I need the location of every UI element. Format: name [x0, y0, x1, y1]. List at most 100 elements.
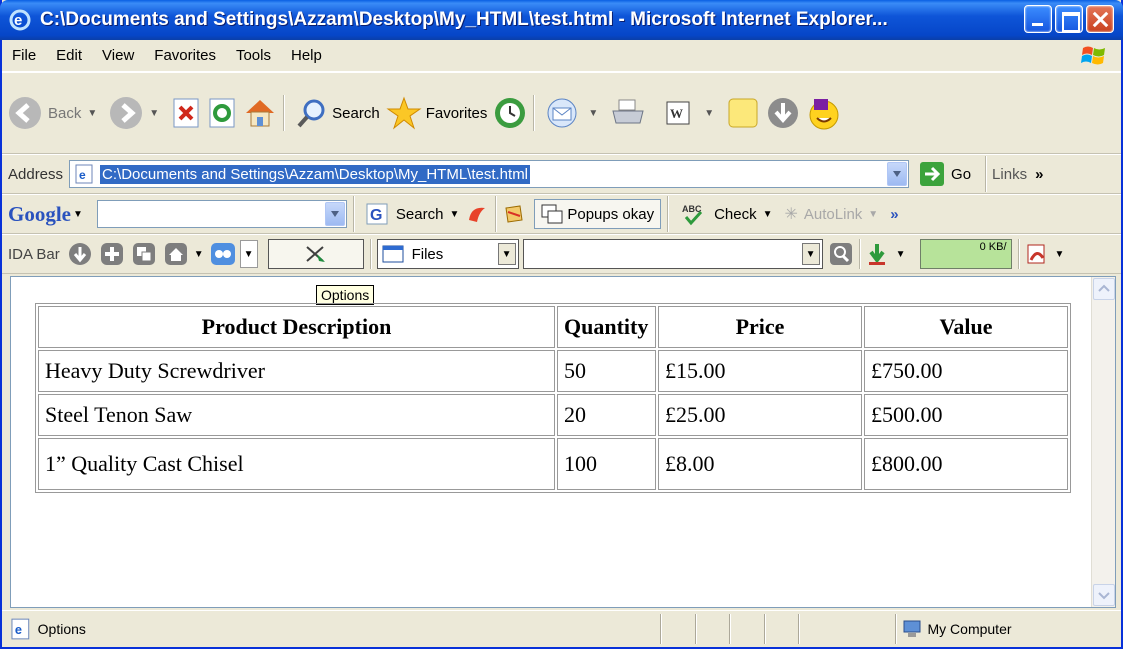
cell-price: £15.00: [658, 350, 862, 392]
pdf-dropdown[interactable]: ▼: [1055, 249, 1065, 260]
blocked-popups-icon[interactable]: [502, 202, 526, 226]
stop-button[interactable]: [171, 91, 201, 135]
ida-search-icon[interactable]: [829, 242, 853, 266]
status-panel: [763, 614, 798, 644]
edit-button[interactable]: W ▼: [666, 91, 720, 135]
ida-green-download-icon[interactable]: [866, 242, 888, 266]
menu-help[interactable]: Help: [281, 47, 332, 64]
menu-favorites[interactable]: Favorites: [144, 47, 226, 64]
google-search-dropdown-icon[interactable]: [324, 202, 345, 226]
ida-video-dropdown[interactable]: ▼: [239, 240, 258, 268]
autolink-dropdown[interactable]: ▼: [868, 209, 878, 220]
search-icon: [297, 99, 325, 128]
ida-toolbar: IDA Bar ▼ ▼ Files ▼ ▼ ▼ 0 KB/ ▼: [2, 234, 1121, 274]
ida-copy-icon[interactable]: [132, 242, 156, 266]
google-toolbar: Google ▼ G Search ▼ Popups okay ABC Chec…: [2, 194, 1121, 234]
ida-download-icon[interactable]: [68, 242, 92, 266]
back-arrow-icon: [9, 97, 41, 129]
autolink-sparkle-icon: ✳: [784, 206, 798, 223]
popups-okay-button[interactable]: Popups okay: [534, 199, 662, 229]
pdf-icon[interactable]: [1025, 242, 1049, 266]
forward-dropdown-icon[interactable]: ▼: [149, 108, 159, 119]
toolbar-separator: [352, 196, 354, 232]
vertical-scrollbar[interactable]: [1091, 277, 1115, 607]
ida-home-icon[interactable]: [164, 242, 188, 266]
autolink-button[interactable]: ✳ AutoLink ▼: [785, 199, 885, 229]
print-button[interactable]: [610, 91, 646, 135]
back-dropdown-icon[interactable]: ▼: [87, 108, 97, 119]
toolbar-separator: [985, 156, 987, 192]
status-panel: [797, 614, 895, 644]
menu-file[interactable]: File: [2, 47, 46, 64]
ida-url-combo[interactable]: ▼: [522, 239, 823, 269]
minimize-button[interactable]: [1024, 5, 1052, 33]
address-dropdown-icon[interactable]: [887, 162, 908, 186]
address-label: Address: [8, 165, 64, 183]
google-search-label: Search: [395, 205, 444, 223]
menu-tools[interactable]: Tools: [226, 47, 281, 64]
google-search-input[interactable]: [96, 200, 347, 228]
links-more-icon[interactable]: »: [1035, 166, 1043, 183]
google-search-dropdown[interactable]: ▼: [449, 209, 459, 220]
security-zone-panel: My Computer: [894, 614, 1122, 644]
svg-text:W: W: [670, 106, 683, 121]
ida-download-dropdown[interactable]: ▼: [896, 249, 906, 260]
table-row: Steel Tenon Saw 20 £25.00 £500.00: [38, 394, 1068, 436]
favorites-button[interactable]: Favorites: [386, 91, 487, 135]
maximize-button[interactable]: [1055, 5, 1083, 33]
download-speed-meter: 0 KB/: [919, 239, 1012, 269]
download-speed-value: 0 KB/: [979, 241, 1007, 253]
title-bar[interactable]: e C:\Documents and Settings\Azzam\Deskto…: [0, 0, 1123, 40]
toolbar-separator: [283, 95, 285, 131]
scroll-down-icon[interactable]: [1093, 584, 1115, 606]
google-menu-icon[interactable]: ▼: [73, 209, 83, 220]
cell-value: £800.00: [864, 438, 1068, 490]
pagerank-icon[interactable]: [465, 202, 489, 226]
ida-video-icon[interactable]: [210, 242, 236, 266]
toolbar-separator: [495, 196, 497, 232]
edit-dropdown-icon[interactable]: ▼: [704, 108, 714, 119]
search-button[interactable]: Search: [296, 91, 380, 135]
files-select[interactable]: Files ▼: [376, 239, 519, 269]
yahoo-messenger-button[interactable]: [806, 91, 842, 135]
mail-dropdown-icon[interactable]: ▼: [588, 108, 598, 119]
files-label: Files: [411, 245, 444, 263]
header-quantity: Quantity: [557, 306, 656, 348]
home-icon: [246, 100, 275, 127]
check-dropdown[interactable]: ▼: [763, 209, 773, 220]
back-button[interactable]: Back ▼: [8, 91, 103, 135]
go-button[interactable]: Go: [919, 152, 971, 196]
messenger-button[interactable]: [726, 91, 760, 135]
home-button[interactable]: [243, 91, 277, 135]
header-product-description: Product Description: [38, 306, 555, 348]
ie-logo-icon: e: [9, 9, 31, 31]
menu-bar: File Edit View Favorites Tools Help: [2, 40, 1121, 72]
ida-add-icon[interactable]: [100, 242, 124, 266]
spell-check-icon: ABC: [682, 204, 703, 226]
ida-grabber-box[interactable]: [267, 239, 364, 269]
menu-view[interactable]: View: [92, 47, 144, 64]
links-button[interactable]: Links: [992, 166, 1027, 183]
files-dropdown-icon[interactable]: ▼: [497, 243, 516, 265]
google-logo[interactable]: Google: [8, 202, 71, 227]
scroll-up-icon[interactable]: [1093, 278, 1115, 300]
close-button[interactable]: [1086, 5, 1114, 33]
mail-button[interactable]: ▼: [546, 91, 604, 135]
refresh-button[interactable]: [207, 91, 237, 135]
cell-description: Steel Tenon Saw: [38, 394, 555, 436]
forward-button[interactable]: ▼: [109, 91, 165, 135]
spell-check-button[interactable]: ABC Check ▼: [680, 199, 778, 229]
status-text: Options: [37, 621, 86, 637]
ida-url-dropdown-icon[interactable]: ▼: [801, 243, 820, 265]
menu-edit[interactable]: Edit: [46, 47, 92, 64]
address-input[interactable]: e C:\Documents and Settings\Azzam\Deskto…: [69, 160, 910, 188]
google-more-icon[interactable]: »: [890, 206, 898, 223]
google-search-button[interactable]: G Search ▼: [366, 199, 465, 229]
cell-description: 1” Quality Cast Chisel: [38, 438, 555, 490]
stop-icon: [173, 98, 199, 128]
download-button[interactable]: [766, 91, 800, 135]
ida-home-dropdown[interactable]: ▼: [194, 249, 204, 260]
windows-flag-icon: [1081, 46, 1105, 65]
cell-quantity: 100: [557, 438, 656, 490]
history-button[interactable]: [493, 91, 527, 135]
